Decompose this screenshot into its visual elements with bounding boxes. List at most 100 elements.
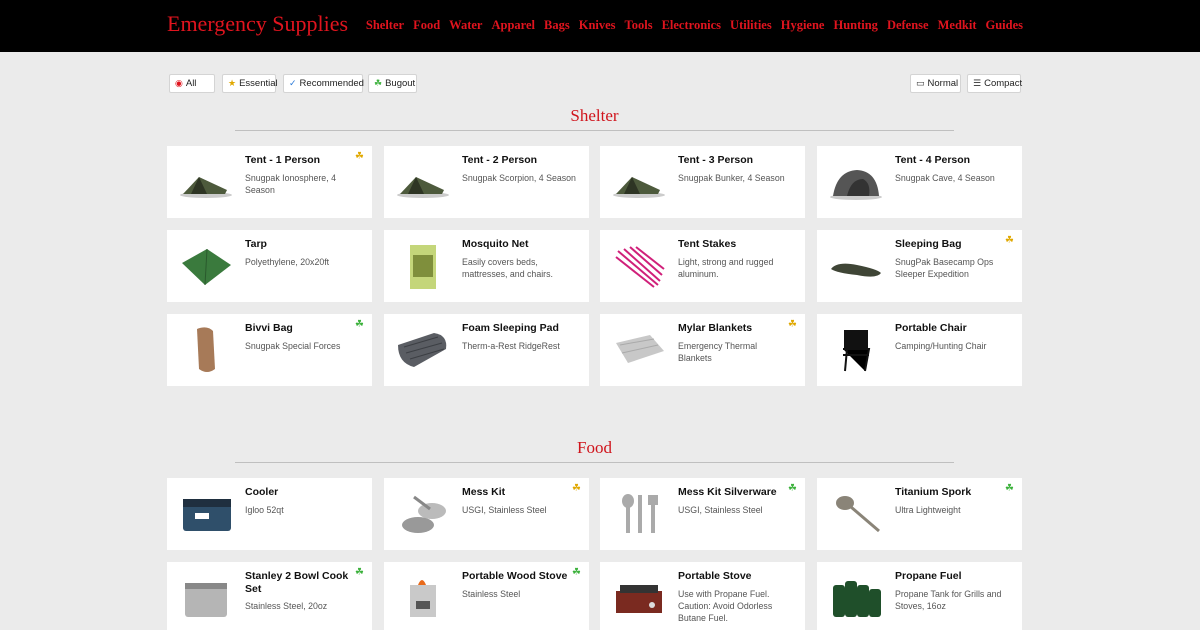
product-card[interactable]: Portable Stove Use with Propane Fuel. Cau… xyxy=(600,562,805,630)
view-normal-button[interactable]: ▭ Normal xyxy=(910,74,961,93)
product-title[interactable]: Portable Chair xyxy=(895,322,1005,335)
clover-icon: ☘ xyxy=(374,78,383,88)
product-card[interactable]: Titanium Spork Ultra Lightweight ☘ xyxy=(817,478,1022,550)
view-label: Normal xyxy=(927,78,959,89)
product-title[interactable]: Mylar Blankets xyxy=(678,322,788,335)
product-title[interactable]: Mess Kit Silverware xyxy=(678,486,788,499)
product-title[interactable]: Bivvi Bag xyxy=(245,322,355,335)
product-description: USGI, Stainless Steel xyxy=(678,505,763,515)
product-description: USGI, Stainless Steel xyxy=(462,505,547,515)
nav-link-electronics[interactable]: Electronics xyxy=(662,18,721,33)
product-title[interactable]: Tent - 1 Person xyxy=(245,154,355,167)
product-description: Igloo 52qt xyxy=(245,505,284,515)
product-card[interactable]: Portable Chair Camping/Hunting Chair xyxy=(817,314,1022,386)
filter-recommended[interactable]: ✓ Recommended xyxy=(283,74,364,93)
product-card[interactable]: Mess Kit USGI, Stainless Steel ☘ xyxy=(384,478,589,550)
chair-image xyxy=(827,325,885,375)
filter-all[interactable]: ◉ All xyxy=(169,74,215,93)
product-title[interactable]: Titanium Spork xyxy=(895,486,1005,499)
mylar-image xyxy=(610,325,668,375)
product-description: Light, strong and rugged aluminum. xyxy=(678,257,774,279)
product-card[interactable]: Propane Fuel Propane Tank for Grills and … xyxy=(817,562,1022,630)
product-card[interactable]: Mosquito Net Easily covers beds, mattress… xyxy=(384,230,589,302)
stakes-image xyxy=(610,241,668,291)
product-card[interactable]: Tent - 4 Person Snugpak Cave, 4 Season xyxy=(817,146,1022,218)
tent-image xyxy=(610,157,668,207)
nav-link-apparel[interactable]: Apparel xyxy=(491,18,535,33)
list-icon: ☰ xyxy=(973,78,982,88)
bugout-badge-icon: ☘ xyxy=(788,483,797,494)
product-title[interactable]: Mess Kit xyxy=(462,486,572,499)
view-label: Compact xyxy=(984,78,1023,89)
product-card[interactable]: Tent Stakes Light, strong and rugged alum… xyxy=(600,230,805,302)
product-description: Snugpak Special Forces xyxy=(245,341,341,351)
product-title[interactable]: Tent - 2 Person xyxy=(462,154,572,167)
product-title[interactable]: Stanley 2 Bowl Cook Set xyxy=(245,570,355,596)
essential-badge-icon: ☘ xyxy=(1005,235,1014,246)
bugout-badge-icon: ☘ xyxy=(355,567,364,578)
product-title[interactable]: Tent - 4 Person xyxy=(895,154,1005,167)
nav-link-hygiene[interactable]: Hygiene xyxy=(781,18,825,33)
silver-image xyxy=(610,489,668,539)
product-card[interactable]: Tent - 1 Person Snugpak Ionosphere, 4 Sea… xyxy=(167,146,372,218)
nav-link-food[interactable]: Food xyxy=(413,18,440,33)
nav-link-shelter[interactable]: Shelter xyxy=(366,18,404,33)
bag-image xyxy=(827,241,885,291)
product-title[interactable]: Sleeping Bag xyxy=(895,238,1005,251)
product-title[interactable]: Foam Sleeping Pad xyxy=(462,322,572,335)
essential-badge-icon: ☘ xyxy=(355,151,364,162)
nav-link-hunting[interactable]: Hunting xyxy=(833,18,877,33)
view-compact-button[interactable]: ☰ Compact xyxy=(967,74,1023,93)
product-card[interactable]: Mylar Blankets Emergency Thermal Blankets… xyxy=(600,314,805,386)
propane-image xyxy=(827,573,885,623)
product-title[interactable]: Tent - 3 Person xyxy=(678,154,788,167)
product-title[interactable]: Mosquito Net xyxy=(462,238,572,251)
product-description: Ultra Lightweight xyxy=(895,505,961,515)
filter-bugout[interactable]: ☘ Bugout xyxy=(368,74,417,93)
product-description: Snugpak Scorpion, 4 Season xyxy=(462,173,576,183)
product-description: Easily covers beds, mattresses, and chai… xyxy=(462,257,553,279)
product-title[interactable]: Cooler xyxy=(245,486,355,499)
product-description: Snugpak Cave, 4 Season xyxy=(895,173,995,183)
dome-image xyxy=(827,157,885,207)
product-card[interactable]: Sleeping Bag SnugPak Basecamp Ops Sleeper… xyxy=(817,230,1022,302)
product-description: Use with Propane Fuel. Caution: Avoid Od… xyxy=(678,589,773,623)
nav-link-knives[interactable]: Knives xyxy=(579,18,616,33)
bugout-badge-icon: ☘ xyxy=(355,319,364,330)
product-title[interactable]: Portable Wood Stove xyxy=(462,570,572,583)
tarp-image xyxy=(177,241,235,291)
product-title[interactable]: Propane Fuel xyxy=(895,570,1005,583)
nav-link-bags[interactable]: Bags xyxy=(544,18,570,33)
product-title[interactable]: Portable Stove xyxy=(678,570,788,583)
product-card[interactable]: Mess Kit Silverware USGI, Stainless Steel… xyxy=(600,478,805,550)
product-card[interactable]: Cooler Igloo 52qt xyxy=(167,478,372,550)
spork-image xyxy=(827,489,885,539)
product-card[interactable]: Portable Wood Stove Stainless Steel ☘ xyxy=(384,562,589,630)
product-title[interactable]: Tent Stakes xyxy=(678,238,788,251)
product-card[interactable]: Tarp Polyethylene, 20x20ft xyxy=(167,230,372,302)
product-card[interactable]: Stanley 2 Bowl Cook Set Stainless Steel, … xyxy=(167,562,372,630)
check-icon: ✓ xyxy=(289,78,297,88)
bugout-badge-icon: ☘ xyxy=(572,567,581,578)
star-icon: ★ xyxy=(228,78,237,88)
nav-link-guides[interactable]: Guides xyxy=(985,18,1023,33)
nav-link-tools[interactable]: Tools xyxy=(625,18,653,33)
filter-essential[interactable]: ★ Essential xyxy=(222,74,278,93)
product-description: Camping/Hunting Chair xyxy=(895,341,987,351)
pot-image xyxy=(177,573,235,623)
product-card[interactable]: Foam Sleeping Pad Therm-a-Rest RidgeRest xyxy=(384,314,589,386)
nav-link-water[interactable]: Water xyxy=(449,18,482,33)
main-nav: Shelter Food Water Apparel Bags Knives Tools El… xyxy=(366,18,1023,33)
mess-image xyxy=(394,489,452,539)
product-card[interactable]: Tent - 2 Person Snugpak Scorpion, 4 Seaso… xyxy=(384,146,589,218)
site-brand[interactable]: Emergency Supplies xyxy=(167,11,348,37)
pad-image xyxy=(394,325,452,375)
section-title-food: Food xyxy=(577,438,612,457)
product-card[interactable]: Bivvi Bag Snugpak Special Forces ☘ xyxy=(167,314,372,386)
nav-link-defense[interactable]: Defense xyxy=(887,18,929,33)
product-description: Emergency Thermal Blankets xyxy=(678,341,758,363)
nav-link-medkit[interactable]: Medkit xyxy=(938,18,977,33)
product-card[interactable]: Tent - 3 Person Snugpak Bunker, 4 Season xyxy=(600,146,805,218)
product-title[interactable]: Tarp xyxy=(245,238,355,251)
nav-link-utilities[interactable]: Utilities xyxy=(730,18,772,33)
